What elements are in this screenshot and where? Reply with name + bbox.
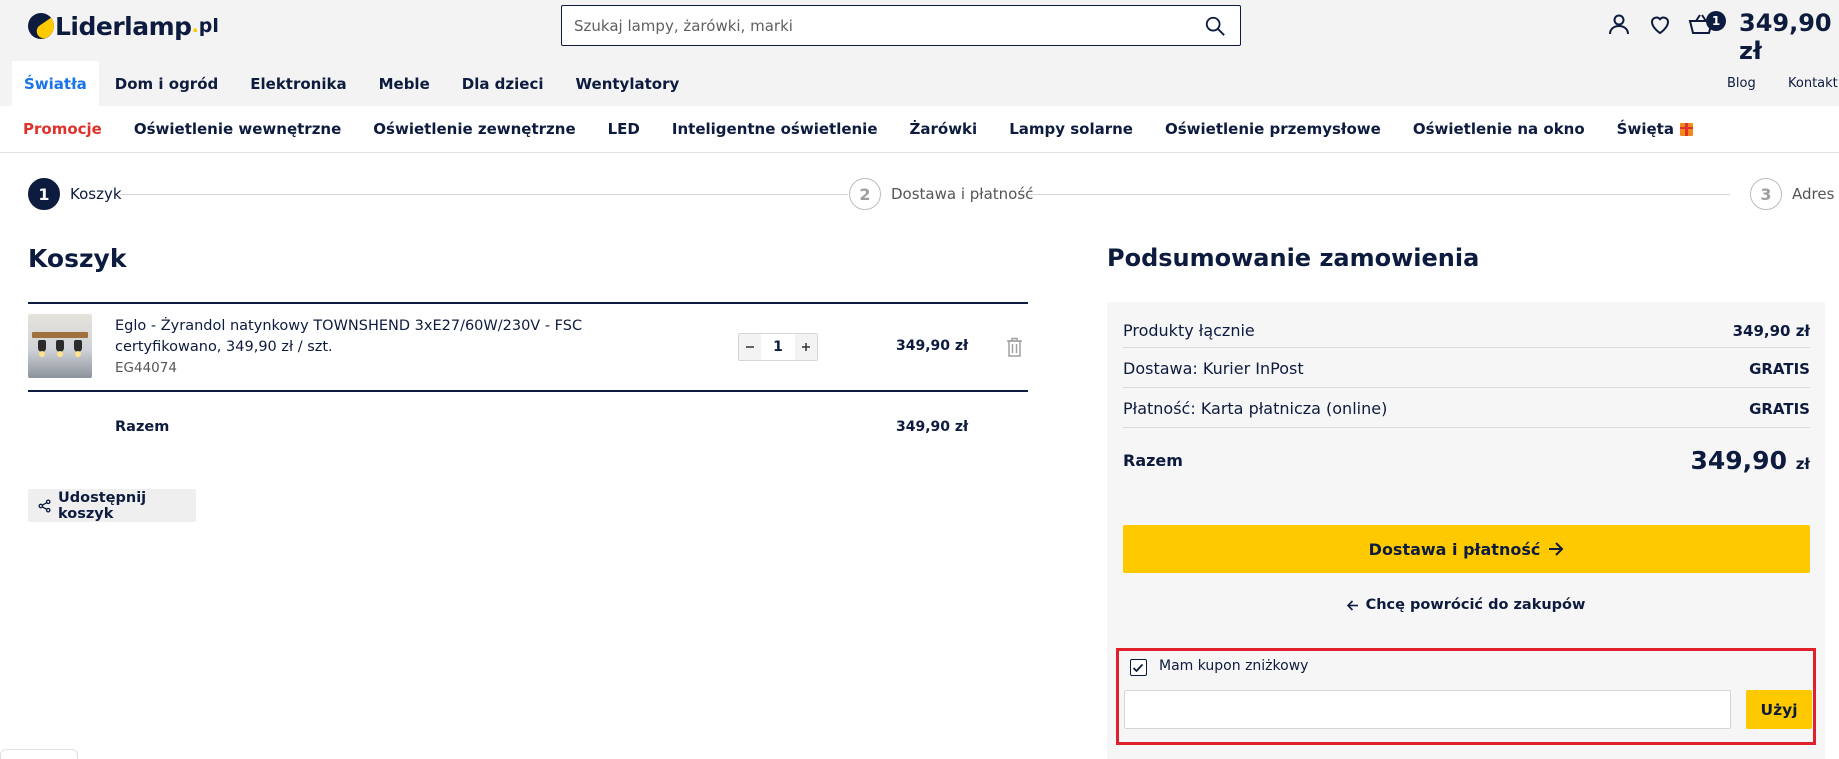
coupon-section: Mam kupon zniżkowy Użyj <box>1116 648 1816 745</box>
coupon-checkbox-label[interactable]: Mam kupon zniżkowy <box>1159 658 1308 674</box>
primary-nav: Światła Dom i ogród Elektronika Meble Dl… <box>0 61 695 106</box>
summary-row-label: Płatność: Karta płatnicza (online) <box>1123 399 1388 418</box>
cat-promocje[interactable]: Promocje <box>23 120 102 138</box>
cat-led[interactable]: LED <box>608 120 640 138</box>
step-number: 3 <box>1750 178 1782 210</box>
summary-row-delivery: Dostawa: Kurier InPost GRATIS <box>1123 350 1810 388</box>
product-sku: EG44074 <box>115 360 177 376</box>
coupon-checkbox[interactable] <box>1130 659 1147 676</box>
logo-icon <box>28 13 54 39</box>
arrow-left-icon <box>1346 599 1358 611</box>
header-cart-total[interactable]: 349,90 zł <box>1739 9 1839 65</box>
step-label: Koszyk <box>70 185 122 203</box>
nav-link-kontakt[interactable]: Kontakt <box>1788 61 1838 106</box>
summary-row-value: GRATIS <box>1749 359 1810 378</box>
header: Liderlamp .pl 1 349,90 zł Światła Dom i … <box>0 0 1839 106</box>
step-label: Dostawa i płatność <box>891 185 1034 203</box>
cat-swieta[interactable]: Święta <box>1617 120 1693 138</box>
quantity-stepper: 1 <box>738 333 818 361</box>
product-name[interactable]: Eglo - Żyrandol natynkowy TOWNSHEND 3xE2… <box>115 316 675 358</box>
category-nav: Promocje Oświetlenie wewnętrzne Oświetle… <box>0 106 1839 153</box>
cat-oswietlenie-zewnetrzne[interactable]: Oświetlenie zewnętrzne <box>373 120 575 138</box>
item-price: 349,90 zł <box>896 338 969 354</box>
summary-row-label: Produkty łącznie <box>1123 321 1255 340</box>
summary-title: Podsumowanie zamowienia <box>1107 244 1480 272</box>
step-adres: 3 Adres <box>1750 178 1834 210</box>
step-dostawa: 2 Dostawa i płatność <box>849 178 1033 210</box>
order-summary-panel: Produkty łącznie 349,90 zł Dostawa: Kuri… <box>1107 302 1825 759</box>
proceed-to-delivery-button[interactable]: Dostawa i płatność <box>1123 525 1810 573</box>
plus-icon <box>802 343 810 351</box>
cat-inteligentne-oswietlenie[interactable]: Inteligentne oświetlenie <box>672 120 878 138</box>
quantity-increase-button[interactable] <box>795 334 817 360</box>
cookie-widget-tab[interactable] <box>0 749 78 759</box>
summary-row-value: 349,90 zł <box>1732 321 1810 340</box>
nav-item-meble[interactable]: Meble <box>363 61 446 106</box>
proceed-button-label: Dostawa i płatność <box>1368 539 1541 559</box>
nav-item-wentylatory[interactable]: Wentylatory <box>560 61 696 106</box>
summary-row-label: Dostawa: Kurier InPost <box>1123 359 1304 378</box>
summary-row-products: Produkty łącznie 349,90 zł <box>1123 314 1810 348</box>
cat-lampy-solarne[interactable]: Lampy solarne <box>1009 120 1133 138</box>
arrow-right-icon <box>1549 542 1564 556</box>
quantity-decrease-button[interactable] <box>739 334 761 360</box>
product-image[interactable] <box>28 314 92 378</box>
checkmark-icon <box>1132 663 1144 673</box>
checkout-stepper: 1 Koszyk 2 Dostawa i płatność 3 Adres <box>28 178 1839 210</box>
summary-total-label: Razem <box>1123 450 1183 470</box>
nav-link-blog[interactable]: Blog <box>1727 61 1756 106</box>
cart-total-label: Razem <box>115 419 170 435</box>
step-number: 1 <box>28 178 60 210</box>
share-cart-button[interactable]: Udostępnij koszyk <box>28 489 196 522</box>
summary-total: Razem 349,90 zł <box>1123 434 1810 486</box>
divider <box>28 390 1028 392</box>
quantity-value[interactable]: 1 <box>761 339 795 355</box>
step-label: Adres <box>1792 185 1835 203</box>
cart-title: Koszyk <box>28 244 127 273</box>
nav-item-elektronika[interactable]: Elektronika <box>234 61 362 106</box>
search-input[interactable] <box>562 6 1162 45</box>
cat-oswietlenie-przemyslowe[interactable]: Oświetlenie przemysłowe <box>1165 120 1381 138</box>
cat-zarowki[interactable]: Żarówki <box>910 120 978 138</box>
divider <box>28 302 1028 304</box>
search-bar <box>561 5 1241 46</box>
search-icon[interactable] <box>1204 15 1226 37</box>
step-number: 2 <box>849 178 881 210</box>
summary-row-payment: Płatność: Karta płatnicza (online) GRATI… <box>1123 390 1810 428</box>
gift-icon <box>1679 122 1693 136</box>
cart-count-badge: 1 <box>1706 11 1726 31</box>
minus-icon <box>746 346 754 348</box>
summary-total-value: 349,90 zł <box>1690 445 1811 475</box>
trash-icon[interactable] <box>1006 337 1023 357</box>
cat-swieta-label: Święta <box>1616 120 1674 138</box>
step-koszyk: 1 Koszyk <box>28 178 122 210</box>
nav-item-dla-dzieci[interactable]: Dla dzieci <box>446 61 560 106</box>
apply-coupon-button[interactable]: Użyj <box>1746 690 1812 729</box>
logo-text: Liderlamp <box>55 11 192 41</box>
stepper-line <box>120 194 848 195</box>
stepper-line <box>1020 194 1730 195</box>
back-to-shopping-link[interactable]: Chcę powrócić do zakupów <box>1107 597 1825 613</box>
cart-total-value: 349,90 zł <box>896 419 969 435</box>
wishlist-heart-icon[interactable] <box>1648 12 1672 36</box>
cat-oswietlenie-na-okno[interactable]: Oświetlenie na okno <box>1413 120 1585 138</box>
summary-row-value: GRATIS <box>1749 399 1810 418</box>
coupon-code-input[interactable] <box>1124 690 1731 729</box>
share-cart-label: Udostępnij koszyk <box>58 489 147 522</box>
nav-item-swiatla[interactable]: Światła <box>12 61 99 106</box>
nav-item-dom-i-ogrod[interactable]: Dom i ogród <box>99 61 234 106</box>
logo[interactable]: Liderlamp .pl <box>28 11 219 41</box>
account-icon[interactable] <box>1607 12 1631 36</box>
share-icon <box>38 499 51 512</box>
cat-oswietlenie-wewnetrzne[interactable]: Oświetlenie wewnętrzne <box>134 120 341 138</box>
logo-tld: .pl <box>191 15 219 37</box>
back-to-shopping-label: Chcę powrócić do zakupów <box>1365 597 1586 613</box>
